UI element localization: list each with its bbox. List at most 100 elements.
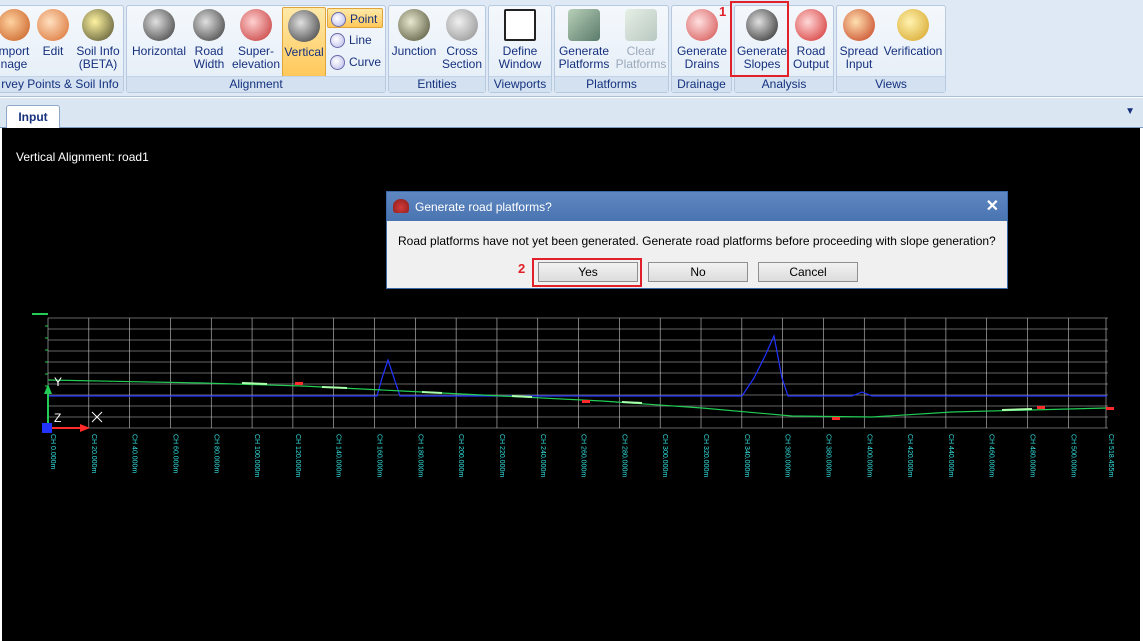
junction-button[interactable]: Junction [390,7,438,77]
grid [32,313,1108,429]
chainage-label: CH 80.000m [212,434,219,473]
chainage-label: CH 160.000m [376,434,383,477]
road-width-button[interactable]: Road Width [189,7,229,77]
group-alignment: Horizontal Road Width Super- elevation V… [126,5,386,93]
chainage-label: CH 400.000m [865,434,872,477]
edit-label: Edit [42,44,64,58]
axis-label-z: Z [54,411,61,425]
highlight-yes-button [532,258,642,287]
chainage-label: CH 420.000m [906,434,913,477]
chainage-label: CH 460.000m [988,434,995,477]
no-button[interactable]: No [648,262,748,282]
chainage-label: CH 480.000m [1029,434,1036,477]
group-views: Spread Input Verification Views [836,5,946,93]
group-platforms: Generate Platforms Clear Platforms Platf… [554,5,669,93]
app-icon [393,199,409,213]
vertical-button[interactable]: Vertical [282,7,326,77]
spread-input-button[interactable]: Spread Input [838,7,880,77]
chainage-label: CH 240.000m [539,434,546,477]
dialog-title: Generate road platforms? [415,200,552,214]
cross-section-label: Cross Section [441,44,483,71]
clear-platforms-icon [625,9,657,41]
import-drainage-button[interactable]: mport nage [0,7,31,77]
point-button[interactable]: Point [327,8,383,28]
define-window-icon [504,9,536,41]
vertical-points [295,382,1114,420]
chainage-label: CH 260.000m [580,434,587,477]
tab-input[interactable]: Input [6,105,60,128]
chainage-label: CH 120.000m [294,434,301,477]
chainage-label: CH 60.000m [171,434,178,473]
generate-platforms-icon [568,9,600,41]
group-label-alignment: Alignment [127,76,385,92]
chainage-label: CH 380.000m [824,434,831,477]
dialog-titlebar[interactable]: Generate road platforms? ✕ [387,192,1007,221]
chainage-label: CH 220.000m [498,434,505,477]
generate-drains-icon [686,9,718,41]
horizontal-button[interactable]: Horizontal [129,7,189,77]
import-label: mport nage [0,44,30,71]
group-viewports: Define Window Viewports [488,5,552,93]
chainage-label: CH 300.000m [661,434,668,477]
group-label-drainage: Drainage [672,76,731,92]
cross-section-icon [446,9,478,41]
close-icon[interactable]: ✕ [986,196,999,216]
tab-dropdown-icon[interactable]: ▼ [1125,106,1135,117]
group-label-entities: Entities [389,76,485,92]
verification-button[interactable]: Verification [881,7,945,77]
curve-icon [330,55,345,70]
define-window-button[interactable]: Define Window [491,7,549,77]
clear-platforms-button[interactable]: Clear Platforms [613,7,669,77]
chainage-label: CH 0.000m [49,434,56,470]
verification-icon [897,9,929,41]
group-label-survey: rvey Points & Soil Info [0,76,123,92]
chainage-label: CH 200.000m [457,434,464,477]
vertical-label: Vertical [284,45,324,59]
road-width-label: Road Width [193,44,225,71]
chainage-label: CH 140.000m [335,434,342,477]
junction-label: Junction [391,44,437,58]
soil-info-button[interactable]: Soil Info (BETA) [73,7,123,77]
edit-icon [37,9,69,41]
step-marker-2: 2 [518,261,526,276]
generate-platforms-button[interactable]: Generate Platforms [556,7,612,77]
group-label-views: Views [837,76,945,92]
ribbon: mport nage Edit Soil Info (BETA) rvey Po… [0,0,1143,97]
dialog-message: Road platforms have not yet been generat… [398,234,996,248]
curve-button[interactable]: Curve [327,52,383,72]
tab-bar: Input ▼ [0,98,1143,128]
horizontal-label: Horizontal [131,44,187,58]
chainage-label: CH 180.000m [416,434,423,477]
soil-info-label: Soil Info (BETA) [76,44,120,71]
import-icon [0,9,30,41]
road-output-icon [795,9,827,41]
cross-section-button[interactable]: Cross Section [439,7,485,77]
road-width-icon [193,9,225,41]
cancel-button[interactable]: Cancel [758,262,858,282]
chainage-label: CH 340.000m [743,434,750,477]
spread-input-icon [843,9,875,41]
road-output-button[interactable]: Road Output [789,7,833,77]
generate-platforms-label: Generate Platforms [558,44,610,71]
edit-button[interactable]: Edit [35,7,71,77]
clear-platforms-label: Clear Platforms [615,44,667,71]
spread-input-label: Spread Input [839,44,879,71]
line-button[interactable]: Line [327,30,383,50]
chainage-labels: CH 0.000m CH 20.000m CH 40.000m CH 60.000m C… [49,434,1114,477]
group-label-viewports: Viewports [489,76,551,92]
chainage-label: CH 518.455m [1107,434,1114,477]
soil-info-icon [82,9,114,41]
point-label: Point [350,12,378,26]
group-label-platforms: Platforms [555,76,668,92]
generate-drains-label: Generate Drains [676,44,728,71]
group-entities: Junction Cross Section Entities [388,5,486,93]
road-output-label: Road Output [792,44,830,71]
chainage-label: CH 500.000m [1069,434,1076,477]
superelevation-icon [240,9,272,41]
highlight-generate-slopes [730,1,789,77]
group-label-analysis: Analysis [735,76,833,92]
horizontal-icon [143,9,175,41]
superelevation-button[interactable]: Super- elevation [231,7,281,77]
chainage-label: CH 440.000m [947,434,954,477]
superelevation-label: Super- elevation [231,44,281,71]
